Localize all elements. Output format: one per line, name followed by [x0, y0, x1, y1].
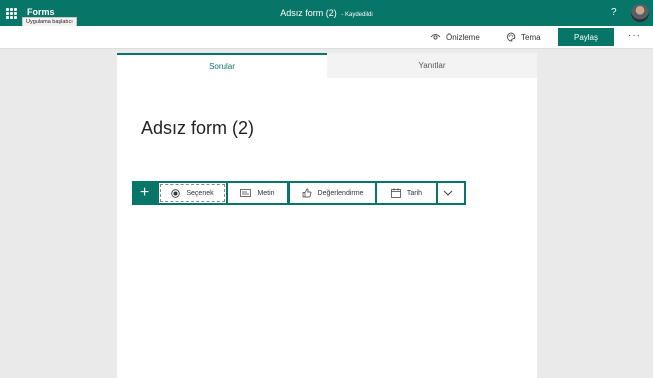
theme-button[interactable]: Tema	[506, 26, 541, 48]
chevron-down-icon	[443, 190, 453, 196]
add-choice-label: Seçenek	[186, 189, 214, 197]
add-rating-button[interactable]: Değerlendirme	[290, 183, 375, 203]
radio-icon	[171, 188, 181, 198]
text-icon	[240, 189, 252, 197]
add-date-button[interactable]: Tarih	[377, 183, 436, 203]
palette-icon	[507, 32, 516, 42]
more-options-icon[interactable]: ···	[628, 30, 641, 41]
document-title-text: Adsız form (2)	[280, 8, 337, 18]
form-card: Sorular Yanıtlar	[117, 53, 537, 378]
preview-label: Önizleme	[446, 32, 480, 42]
app-window: Forms Adsız form (2) - Kaydedildi ? Uygu…	[0, 0, 653, 378]
preview-button[interactable]: Önizleme	[430, 26, 480, 48]
add-choice-button[interactable]: Seçenek	[159, 183, 226, 203]
command-bar: Önizleme Tema Paylaş ···	[0, 26, 653, 49]
avatar[interactable]	[631, 4, 649, 22]
calendar-icon	[391, 188, 401, 198]
more-question-types-button[interactable]	[438, 183, 464, 203]
tab-responses[interactable]: Yanıtlar	[327, 53, 537, 78]
eye-icon	[430, 34, 441, 40]
tab-questions[interactable]: Sorular	[117, 53, 327, 78]
document-title: Adsız form (2) - Kaydedildi	[0, 8, 653, 18]
add-rating-label: Değerlendirme	[317, 189, 364, 197]
form-title[interactable]: Adsız form (2)	[141, 118, 254, 139]
add-question-button[interactable]: +	[132, 181, 157, 205]
save-status: - Kaydedildi	[341, 12, 373, 18]
top-bar: Forms Adsız form (2) - Kaydedildi ?	[0, 0, 653, 26]
help-icon[interactable]: ?	[611, 7, 617, 18]
thumbs-up-icon	[302, 188, 311, 198]
add-text-button[interactable]: Metin	[228, 183, 287, 203]
add-date-label: Tarih	[406, 189, 423, 197]
theme-label: Tema	[521, 32, 541, 42]
add-text-label: Metin	[257, 189, 275, 197]
share-button[interactable]: Paylaş	[558, 28, 614, 46]
